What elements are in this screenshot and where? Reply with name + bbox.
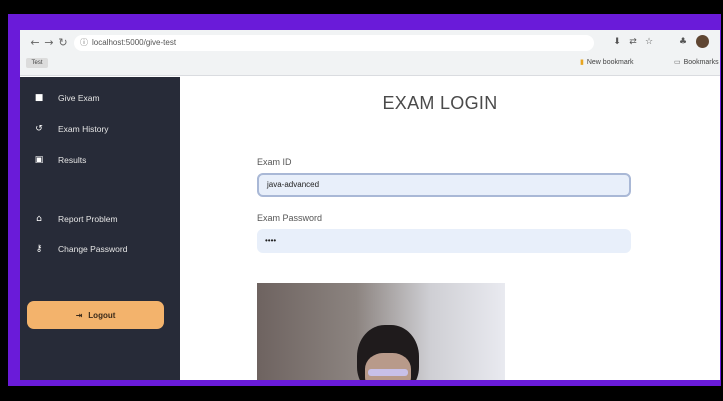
logout-icon: ⇥	[75, 310, 83, 320]
extension-icon[interactable]: ♣	[676, 35, 690, 49]
star-icon[interactable]: ☆	[642, 35, 656, 49]
sidebar: ■ Give Exam ↺ Exam History ▣ Results ⌂ R…	[20, 77, 180, 380]
sidebar-item-report-problem[interactable]: ⌂ Report Problem	[20, 208, 180, 230]
bookmarks-icon: ▭	[674, 59, 681, 66]
person-glasses	[368, 369, 408, 376]
home-icon: ⌂	[36, 214, 42, 224]
info-icon[interactable]: ⓘ	[80, 35, 88, 51]
webcam-preview	[257, 283, 505, 380]
back-arrow-icon[interactable]: ←	[28, 36, 42, 50]
history-icon: ↺	[35, 124, 43, 134]
bookmark-new[interactable]: ▮ New bookmark	[580, 57, 634, 69]
forward-arrow-icon[interactable]: →	[42, 36, 56, 50]
sidebar-item-label: Report Problem	[58, 214, 118, 224]
download-icon[interactable]: ⬇	[610, 35, 624, 49]
exam-password-input[interactable]: ••••	[257, 229, 631, 253]
sidebar-item-label: Exam History	[58, 124, 109, 134]
exam-password-label: Exam Password	[257, 213, 323, 223]
results-icon: ▣	[34, 155, 44, 165]
sidebar-item-results[interactable]: ▣ Results	[20, 149, 180, 171]
sidebar-item-give-exam[interactable]: ■ Give Exam	[20, 87, 180, 109]
profile-avatar[interactable]	[696, 35, 709, 48]
logout-button[interactable]: ⇥ Logout	[27, 301, 164, 329]
url-text: localhost:5000/give-test	[92, 38, 177, 47]
sidebar-item-change-password[interactable]: ⚷ Change Password	[20, 238, 180, 260]
sidebar-item-label: Change Password	[58, 244, 128, 254]
logout-label: Logout	[88, 310, 116, 320]
exam-id-input[interactable]: java-advanced	[257, 173, 631, 197]
page-title: EXAM LOGIN	[382, 93, 498, 113]
main-content: EXAM LOGIN Exam ID java-advanced Exam Pa…	[180, 77, 720, 380]
bookmark-chip[interactable]: Test	[26, 58, 48, 68]
folder-icon: ▮	[580, 59, 584, 66]
key-icon: ⚷	[35, 244, 43, 254]
browser-chrome: ← → ↻ ⓘ localhost:5000/give-test ⬇ ⇄ ☆ ♣…	[20, 30, 720, 76]
bookmark-all[interactable]: ▭ Bookmarks	[674, 57, 719, 69]
reload-icon[interactable]: ↻	[56, 36, 70, 50]
sidebar-item-label: Give Exam	[58, 93, 100, 103]
exam-id-label: Exam ID	[257, 157, 292, 167]
book-icon: ■	[34, 93, 44, 103]
translate-icon[interactable]: ⇄	[626, 35, 640, 49]
browser-window: ← → ↻ ⓘ localhost:5000/give-test ⬇ ⇄ ☆ ♣…	[20, 30, 720, 380]
sidebar-item-label: Results	[58, 155, 87, 165]
sidebar-item-exam-history[interactable]: ↺ Exam History	[20, 118, 180, 140]
address-bar[interactable]: ⓘ localhost:5000/give-test	[74, 35, 594, 51]
